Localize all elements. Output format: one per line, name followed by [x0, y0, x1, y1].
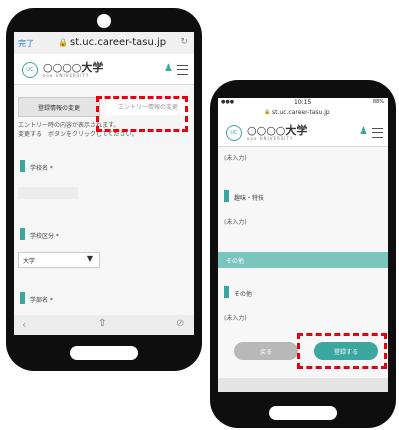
right-phone: ●●● 10:15 88% 🔒 st.uc.career-tasu.jp UC …: [210, 80, 396, 428]
value-text: (未入力): [224, 219, 247, 226]
compass-icon[interactable]: ⊘: [176, 318, 184, 329]
dropdown-arrow-icon: ▼: [86, 254, 93, 263]
select-value: 大学: [23, 258, 36, 265]
value-text: (未入力): [224, 315, 247, 322]
hamburger-menu-icon[interactable]: [177, 65, 188, 75]
field-label-other: その他: [234, 291, 253, 298]
lock-icon: 🔒: [264, 109, 271, 115]
section-title: その他: [226, 258, 245, 265]
field-marker: [20, 160, 25, 172]
field-marker: [224, 190, 229, 202]
address-bar: 完了 🔒 st.uc.career-tasu.jp ↻: [14, 32, 194, 54]
back-arrow-icon[interactable]: ‹: [22, 318, 26, 331]
university-name: ○○○○大学: [43, 60, 104, 74]
left-screen: 完了 🔒 st.uc.career-tasu.jp ↻ UC ○○○○大学 oo…: [14, 32, 194, 335]
site-header: UC ○○○○大学 ooo UNIVERSITY ♟: [14, 54, 194, 85]
university-logo[interactable]: UC ○○○○大学 ooo UNIVERSITY: [226, 125, 307, 141]
browser-toolbar: ‹ ⇧ ⊘: [14, 315, 194, 335]
home-button[interactable]: [70, 346, 138, 360]
logo-emblem-icon: UC: [226, 125, 242, 141]
back-link[interactable]: 完了: [18, 38, 34, 49]
user-icon[interactable]: ♟: [359, 126, 368, 137]
field-label-hobby: 趣味・特技: [234, 195, 265, 202]
address-bar: 🔒 st.uc.career-tasu.jp: [218, 108, 388, 118]
camera-icon: [97, 14, 111, 28]
section-header: その他: [218, 252, 388, 268]
lock-icon: 🔒: [58, 38, 68, 47]
signal-icon: ●●●: [221, 99, 235, 105]
url-text[interactable]: st.uc.career-tasu.jp: [272, 109, 330, 116]
field-marker: [20, 228, 25, 240]
field-marker: [20, 292, 25, 304]
site-header: UC ○○○○大学 ooo UNIVERSITY ♟: [218, 118, 388, 147]
field-label-school-type: 学校区分 *: [30, 233, 59, 240]
bottom-strip: [218, 378, 388, 392]
field-marker: [224, 286, 229, 298]
share-icon[interactable]: ⇧: [98, 318, 106, 329]
home-button[interactable]: [269, 406, 337, 420]
user-icon[interactable]: ♟: [164, 63, 173, 74]
school-name-field[interactable]: [18, 187, 78, 199]
field-label-school-name: 学校名 *: [30, 165, 53, 172]
reload-icon[interactable]: ↻: [180, 37, 188, 47]
highlight-entry-tab: [96, 96, 188, 132]
university-name: ○○○○大学: [247, 123, 308, 137]
tab-basic-info[interactable]: 登録情報の変更: [18, 97, 100, 117]
status-bar: ●●● 10:15 88%: [218, 98, 388, 108]
status-time: 10:15: [294, 99, 312, 106]
logo-emblem-icon: UC: [22, 62, 38, 78]
url-text[interactable]: st.uc.career-tasu.jp: [70, 37, 166, 48]
hamburger-menu-icon[interactable]: [372, 128, 383, 138]
university-logo[interactable]: UC ○○○○大学 ooo UNIVERSITY: [22, 62, 103, 78]
status-battery: 88%: [372, 99, 384, 105]
back-button[interactable]: 戻る: [234, 342, 298, 360]
left-phone: 完了 🔒 st.uc.career-tasu.jp ↻ UC ○○○○大学 oo…: [6, 8, 202, 371]
school-type-select[interactable]: 大学 ▼: [18, 252, 100, 268]
value-text: (未入力): [224, 155, 247, 162]
highlight-register-button: [297, 333, 387, 369]
field-label-faculty: 学部名 *: [30, 297, 53, 304]
